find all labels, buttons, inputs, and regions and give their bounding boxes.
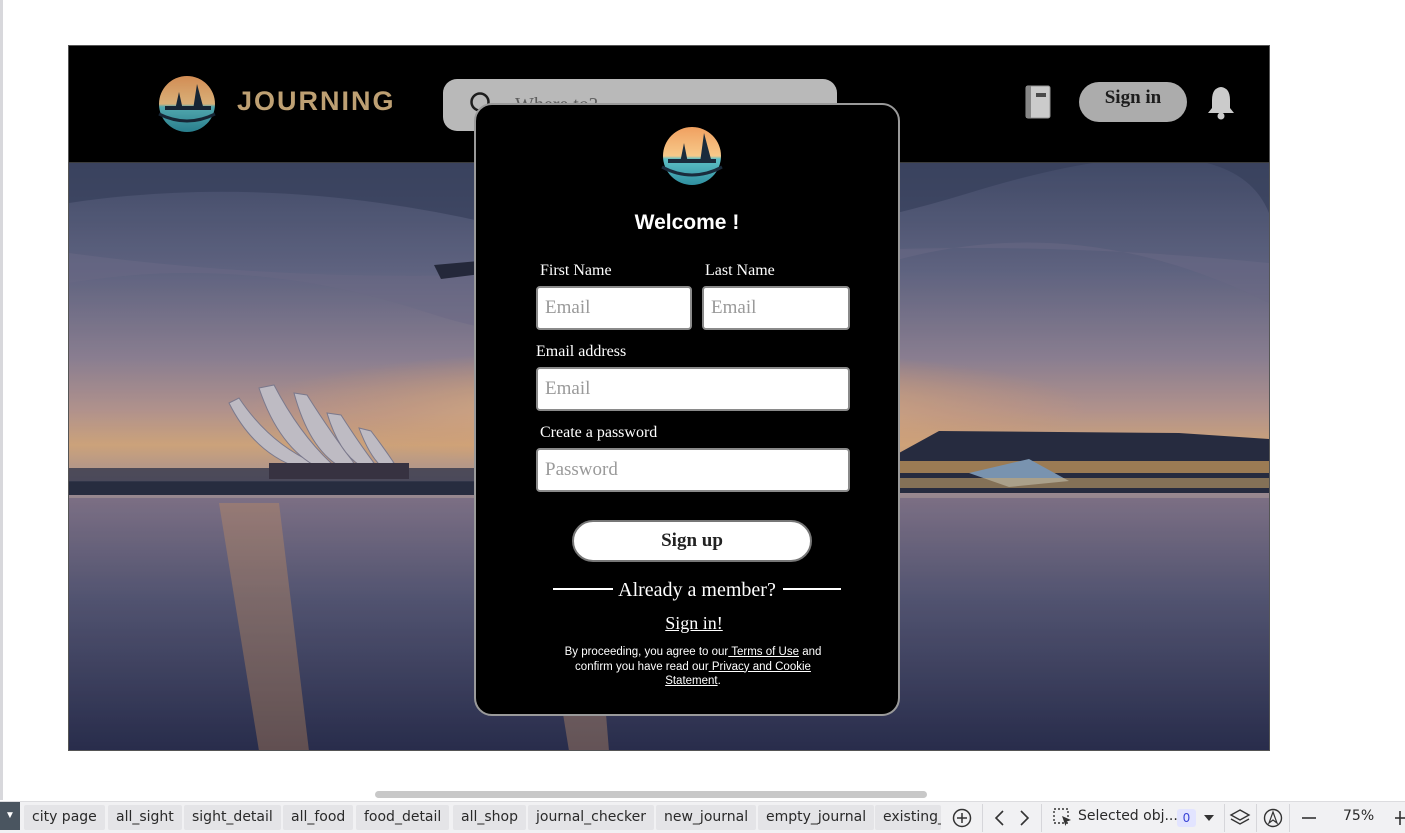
- canvas-scrollbar[interactable]: [375, 791, 927, 798]
- page-tab[interactable]: all_sight: [108, 805, 182, 830]
- selected-count-badge: 0: [1177, 809, 1196, 827]
- modal-title: Welcome !: [634, 211, 740, 234]
- legal-notice: By proceeding, you agree to our Terms of…: [548, 645, 838, 689]
- email-field[interactable]: [536, 367, 850, 411]
- pages-bar: ▼ city page all_sight sight_detail all_f…: [0, 801, 1405, 833]
- zoom-level[interactable]: 75%: [1343, 808, 1374, 824]
- member-prompt: Already a member?: [618, 579, 776, 601]
- selected-objects-label: Selected obj...: [1078, 808, 1178, 824]
- page-tab[interactable]: empty_journal: [758, 805, 875, 830]
- pages-menu-toggle[interactable]: ▼: [0, 802, 20, 830]
- navigator-icon[interactable]: [1262, 807, 1284, 829]
- terms-link[interactable]: Terms of Use: [728, 646, 799, 658]
- caret-down-icon[interactable]: [1198, 807, 1220, 829]
- layers-icon[interactable]: [1229, 807, 1251, 829]
- chevron-right-icon[interactable]: [1013, 807, 1035, 829]
- chevron-left-icon[interactable]: [989, 807, 1011, 829]
- divider-right: [783, 588, 841, 590]
- separator: [1224, 804, 1225, 832]
- journing-emblem-icon: [661, 127, 723, 185]
- separator: [982, 804, 983, 832]
- last-name-label: Last Name: [705, 262, 775, 279]
- password-label: Create a password: [540, 424, 658, 441]
- last-name-field[interactable]: [702, 286, 850, 330]
- password-field[interactable]: [536, 448, 850, 492]
- page-tab[interactable]: food_detail: [356, 805, 450, 830]
- page-tab[interactable]: sight_detail: [184, 805, 281, 830]
- page-tab[interactable]: city page: [24, 805, 105, 830]
- legal-text-3: .: [717, 675, 721, 687]
- add-page-icon[interactable]: [951, 807, 973, 829]
- signin-link[interactable]: Sign in!: [476, 613, 912, 634]
- page-tab[interactable]: all_shop: [453, 805, 526, 830]
- page-tab[interactable]: new_journal: [656, 805, 757, 830]
- email-label: Email address: [536, 343, 627, 360]
- page-tab[interactable]: existing_: [875, 805, 941, 830]
- signup-button[interactable]: Sign up: [572, 520, 812, 562]
- page-tab[interactable]: journal_checker: [528, 805, 655, 830]
- separator: [1041, 804, 1042, 832]
- zoom-in-icon[interactable]: [1391, 807, 1405, 829]
- selection-cursor-icon[interactable]: [1052, 807, 1074, 829]
- canvas-left-rule: [0, 0, 3, 800]
- legal-text-1: By proceeding, you agree to our: [564, 646, 729, 658]
- page-tab[interactable]: all_food: [283, 805, 354, 830]
- first-name-field[interactable]: [536, 286, 692, 330]
- zoom-out-icon[interactable]: [1298, 807, 1320, 829]
- first-name-label: First Name: [540, 262, 612, 279]
- signup-modal: Welcome ! First Name Last Name Email add…: [474, 103, 900, 716]
- separator: [1289, 804, 1290, 832]
- separator: [1256, 804, 1257, 832]
